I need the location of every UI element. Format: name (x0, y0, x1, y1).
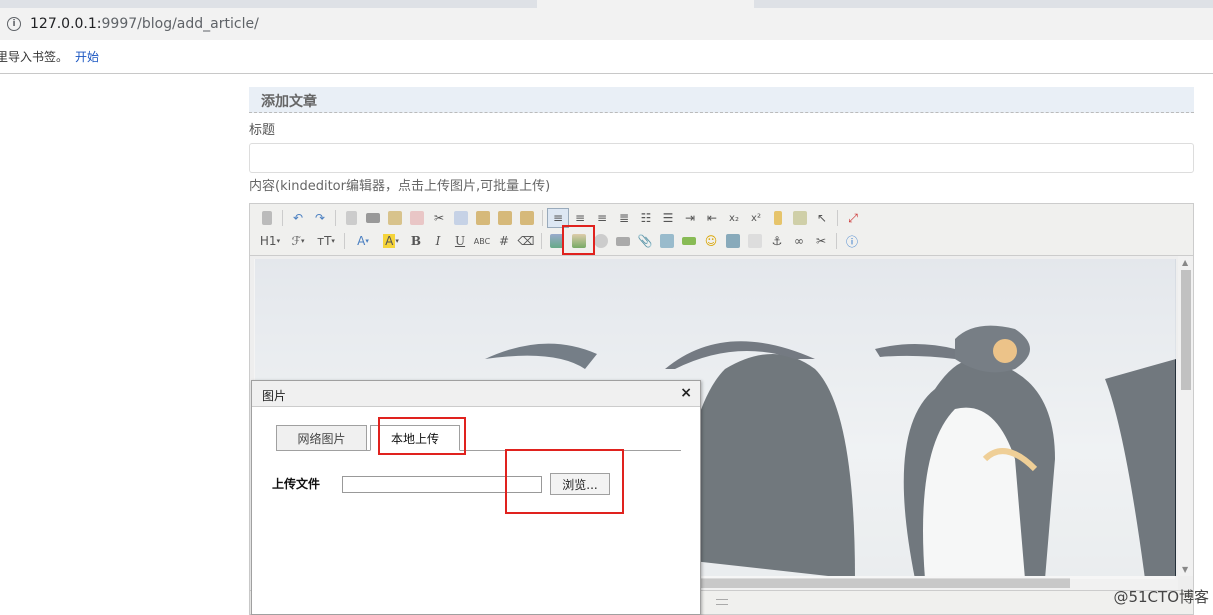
font-color-icon[interactable]: A ▾ (349, 231, 377, 251)
dialog-header: 图片 × (252, 381, 700, 407)
underline-icon[interactable]: U (449, 231, 471, 251)
bookmark-start-link[interactable]: 开始 (75, 48, 99, 65)
address-bar: i 127.0.0.1:9997/blog/add_article/ (0, 8, 1213, 40)
cut-icon[interactable]: ✂ (428, 208, 450, 228)
justify-full-icon[interactable]: ≣ (613, 208, 635, 228)
superscript-icon[interactable]: x² (745, 208, 767, 228)
pagebreak-icon[interactable] (744, 231, 766, 251)
resize-grip-icon[interactable] (716, 599, 728, 605)
browser-tab-strip (0, 0, 1213, 8)
font-family-dropdown[interactable]: ℱ ▾ (284, 231, 312, 251)
copy-icon[interactable] (450, 208, 472, 228)
undo-icon[interactable]: ↶ (287, 208, 309, 228)
bookmark-import-text: 里导入书签。 (0, 50, 69, 64)
attachment-icon[interactable]: 📎 (634, 231, 656, 251)
toolbar-row-1: ↶ ↷ ✂ ≡ ≡ ≡ ≣ ☷ ☰ ⇥ ⇤ x₂ x² ↖ ⤢ (256, 207, 864, 229)
dialog-tabs: 网络图片 本地上传 (276, 425, 681, 451)
emoticon-icon[interactable]: ☺ (700, 231, 722, 251)
strikethrough-icon[interactable]: ABC (471, 231, 493, 251)
redo-icon[interactable]: ↷ (309, 208, 331, 228)
clear-format-icon[interactable] (767, 208, 789, 228)
font-label: ℱ (291, 234, 301, 248)
template-icon[interactable] (384, 208, 406, 228)
browse-button-highlight (505, 449, 624, 514)
table-icon[interactable] (656, 231, 678, 251)
url-host: 127.0.0.1: (30, 16, 102, 32)
toolbar-separator (542, 210, 543, 226)
unordered-list-icon[interactable]: ☰ (657, 208, 679, 228)
print-icon[interactable] (362, 208, 384, 228)
toolbar-separator (344, 233, 345, 249)
tab-network-image[interactable]: 网络图片 (276, 425, 367, 451)
info-icon[interactable]: i (7, 17, 21, 31)
italic-icon[interactable]: I (427, 231, 449, 251)
media-icon[interactable] (612, 231, 634, 251)
paste-word-icon[interactable] (516, 208, 538, 228)
toolbar-separator (335, 210, 336, 226)
ordered-list-icon[interactable]: ☷ (635, 208, 657, 228)
title-label: 标题 (249, 123, 276, 138)
heading-label: H1 (259, 234, 277, 248)
section-header: 添加文章 (249, 87, 1194, 113)
local-upload-tab-highlight (378, 417, 466, 455)
url-text[interactable]: 127.0.0.1:9997/blog/add_article/ (30, 16, 259, 32)
image-dialog: 图片 × 网络图片 本地上传 上传文件 浏览... (251, 380, 701, 615)
font-size-dropdown[interactable]: тT ▾ (312, 231, 340, 251)
title-input[interactable] (249, 143, 1194, 173)
toolbar-separator (837, 210, 838, 226)
scroll-down-arrow-icon[interactable]: ▼ (1182, 565, 1188, 574)
content-label: 内容(kindeditor编辑器，点击上传图片,可批量上传) (249, 179, 551, 194)
close-icon[interactable]: × (680, 385, 692, 401)
scrollbar-thumb[interactable] (1181, 270, 1191, 390)
size-label: тT (317, 234, 332, 248)
toolbar-separator (282, 210, 283, 226)
code-icon[interactable] (406, 208, 428, 228)
line-height-icon[interactable]: # (493, 231, 515, 251)
url-path: 9997/blog/add_article/ (101, 16, 259, 32)
hr-icon[interactable] (678, 231, 700, 251)
select-all-icon[interactable]: ↖ (811, 208, 833, 228)
outdent-icon[interactable]: ⇤ (701, 208, 723, 228)
remove-format-icon[interactable]: ⌫ (515, 231, 537, 251)
toolbar-separator (836, 233, 837, 249)
bold-icon[interactable]: B (405, 231, 427, 251)
link-icon[interactable]: ∞ (788, 231, 810, 251)
upload-file-label: 上传文件 (272, 477, 321, 491)
paste-text-icon[interactable] (494, 208, 516, 228)
bookmarks-bar: 里导入书签。 开始 (0, 40, 1213, 74)
baidumap-icon[interactable] (722, 231, 744, 251)
preview-icon[interactable] (340, 208, 362, 228)
source-icon[interactable] (256, 208, 278, 228)
quick-format-icon[interactable] (789, 208, 811, 228)
paste-icon[interactable] (472, 208, 494, 228)
help-icon[interactable]: ⓘ (841, 231, 863, 251)
toolbar-row-2: H1 ▾ ℱ ▾ тT ▾ A ▾ A ▾ B I U ABC # ⌫ 📎 ☺ ⚓ ∞ (256, 230, 863, 252)
section-title: 添加文章 (261, 94, 317, 110)
subscript-icon[interactable]: x₂ (723, 208, 745, 228)
scrollbar-thumb-horizontal[interactable] (700, 578, 1070, 588)
editor-toolbar: ↶ ↷ ✂ ≡ ≡ ≡ ≣ ☷ ☰ ⇥ ⇤ x₂ x² ↖ ⤢ H1 ▾ ℱ ▾… (250, 204, 1193, 256)
highlight-color-icon[interactable]: A ▾ (377, 231, 405, 251)
image-tool-highlight (562, 225, 595, 255)
fullscreen-icon[interactable]: ⤢ (842, 208, 864, 228)
active-browser-tab[interactable] (537, 0, 754, 8)
scroll-up-arrow-icon[interactable]: ▲ (1182, 258, 1188, 267)
editor-vertical-scrollbar[interactable]: ▲ ▼ (1178, 256, 1193, 576)
unlink-icon[interactable]: ✂ (810, 231, 832, 251)
heading-dropdown[interactable]: H1 ▾ (256, 231, 284, 251)
watermark: @51CTO博客 (1113, 588, 1209, 606)
anchor-icon[interactable]: ⚓ (766, 231, 788, 251)
url-field[interactable]: i 127.0.0.1:9997/blog/add_article/ (0, 11, 1213, 37)
toolbar-separator (541, 233, 542, 249)
indent-icon[interactable]: ⇥ (679, 208, 701, 228)
dialog-title: 图片 (262, 389, 287, 403)
